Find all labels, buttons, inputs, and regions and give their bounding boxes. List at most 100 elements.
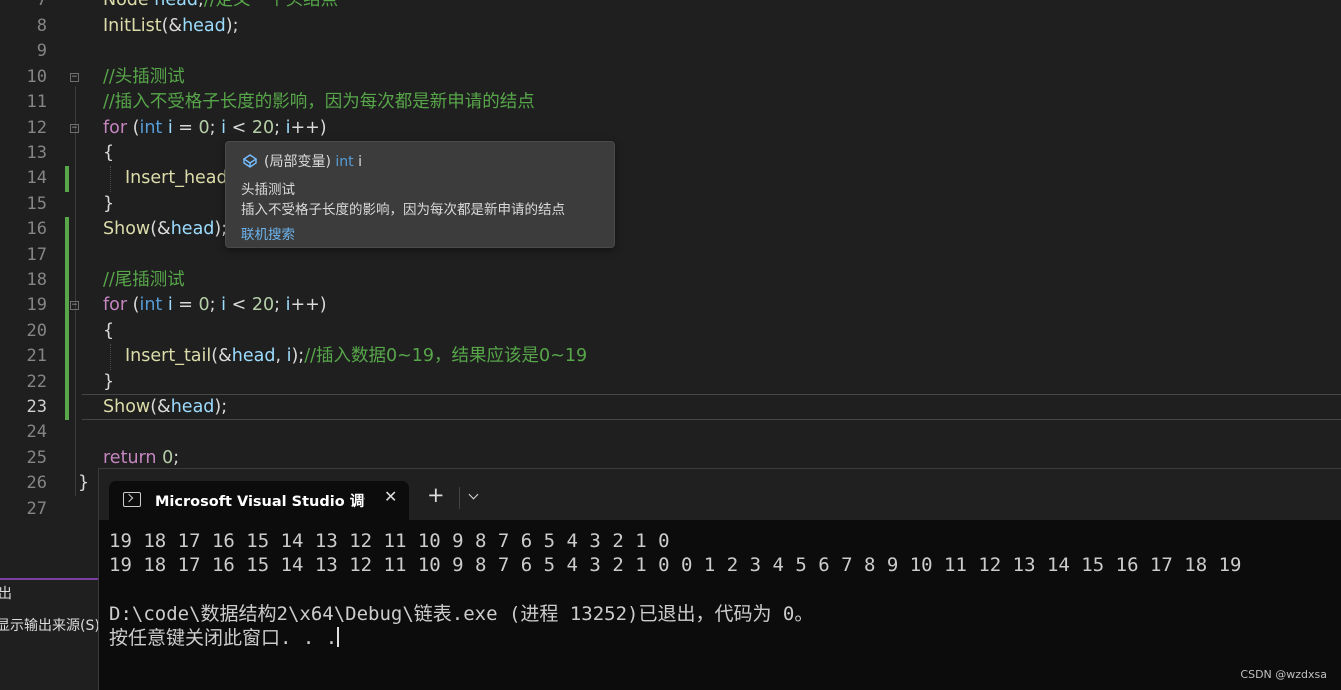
code-token: < — [226, 118, 252, 138]
debug-console-window[interactable]: Microsoft Visual Studio 调试控制台 ✕ + 19 18 … — [98, 468, 1341, 690]
code-token: //插入数据0~19，结果应该是0~19 — [304, 346, 588, 366]
code-line[interactable]: 16 Show(&head); — [0, 217, 1341, 242]
console-output[interactable]: 19 18 17 16 15 14 13 12 11 10 9 8 7 6 5 … — [109, 529, 1241, 650]
line-number: 19 — [26, 295, 47, 315]
code-token: 20 — [251, 118, 275, 138]
code-token: ; — [209, 118, 222, 138]
console-prompt-text: 按任意键关闭此窗口. . . — [109, 626, 338, 649]
code-line[interactable]: 8 InitList(&head); — [0, 14, 1341, 39]
code-line[interactable]: 14 Insert_head — [0, 166, 1341, 191]
code-line[interactable]: 18 //尾插测试 — [0, 268, 1341, 293]
code-token: (& — [150, 397, 171, 417]
line-number: 8 — [36, 16, 47, 36]
line-number: 24 — [26, 422, 47, 442]
code-line[interactable]: 9 — [0, 39, 1341, 64]
collapse-icon[interactable]: − — [70, 124, 79, 133]
code-line[interactable]: 10 − //头插测试 — [0, 65, 1341, 90]
line-number: 27 — [26, 499, 47, 519]
code-token: Show — [103, 397, 151, 417]
line-number: 25 — [26, 448, 47, 468]
code-token: < — [226, 295, 252, 315]
tab-separator — [459, 487, 460, 509]
code-token: ); — [225, 16, 239, 36]
code-text: Show(&head); — [103, 217, 227, 242]
code-text: //头插测试 — [103, 67, 185, 87]
code-text: } — [103, 194, 115, 214]
output-source-label: 显示输出来源(S): — [0, 618, 105, 634]
output-panel-title: 出 — [0, 586, 12, 602]
line-number: 7 — [36, 0, 47, 10]
tooltip-signature: (局部变量) int i — [242, 151, 362, 171]
chevron-down-icon[interactable] — [469, 491, 479, 501]
code-token: ++) — [290, 118, 327, 138]
code-token: ); — [214, 397, 228, 417]
tooltip-type: int — [335, 154, 354, 170]
code-token: 0 — [198, 295, 210, 315]
code-token: for — [103, 295, 128, 315]
code-token: = — [172, 118, 199, 138]
close-tab-button[interactable]: ✕ — [384, 487, 397, 506]
code-token: ( — [127, 118, 140, 138]
code-line[interactable]: 23 Show(&head); — [0, 395, 1341, 420]
code-line[interactable]: 7 Node head;//定义一个头结点 — [0, 0, 1341, 13]
code-token: (& — [161, 16, 183, 36]
terminal-tab[interactable]: Microsoft Visual Studio 调试控制台 ✕ — [109, 481, 409, 521]
code-text: Show(&head); — [103, 395, 227, 420]
line-number: 20 — [26, 321, 47, 341]
quick-info-tooltip: (局部变量) int i 头插测试 插入不受格子长度的影响，因为每次都是新申请的… — [225, 141, 615, 248]
code-token: ; — [209, 295, 222, 315]
code-line[interactable]: 24 — [0, 420, 1341, 445]
code-token: ++) — [290, 295, 327, 315]
text-cursor — [337, 626, 340, 647]
code-line[interactable]: 22 } — [0, 370, 1341, 395]
code-text: Insert_tail(&head, i);//插入数据0~19，结果应该是0~… — [125, 344, 587, 369]
line-number: 18 — [26, 270, 47, 290]
line-number: 9 — [36, 41, 47, 61]
code-line[interactable]: 19 − for (int i = 0; i < 20; i++) — [0, 293, 1341, 318]
code-line[interactable]: 13 { — [0, 141, 1341, 166]
code-line[interactable]: 15 } — [0, 192, 1341, 217]
new-tab-button[interactable]: + — [427, 485, 445, 506]
collapse-icon[interactable]: − — [70, 301, 79, 310]
terminal-tab-bar: Microsoft Visual Studio 调试控制台 ✕ + — [99, 469, 1341, 521]
code-line[interactable]: 17 — [0, 243, 1341, 268]
code-text: //插入不受格子长度的影响，因为每次都是新申请的结点 — [103, 92, 535, 112]
code-text: Node head;//定义一个头结点 — [103, 0, 338, 13]
code-line[interactable]: 12 − for (int i = 0; i < 20; i++) — [0, 116, 1341, 141]
code-token: 0 — [198, 118, 210, 138]
line-number: 21 — [26, 346, 47, 366]
collapse-icon[interactable]: − — [70, 73, 79, 82]
code-text: Insert_head — [125, 168, 228, 188]
watermark: CSDN @wzdxsa — [1240, 668, 1327, 681]
code-token: Show — [103, 219, 151, 239]
code-line[interactable]: 21 Insert_tail(&head, i);//插入数据0~19，结果应该… — [0, 344, 1341, 369]
console-line: 19 18 17 16 15 14 13 12 11 10 9 8 7 6 5 … — [109, 554, 1242, 577]
console-line: 19 18 17 16 15 14 13 12 11 10 9 8 7 6 5 … — [109, 530, 670, 552]
tooltip-comment-line: 头插测试 — [241, 182, 295, 198]
code-line[interactable]: 20 { — [0, 319, 1341, 344]
online-search-link[interactable]: 联机搜索 — [241, 223, 295, 243]
code-token: (& — [211, 346, 232, 366]
local-variable-icon — [242, 154, 258, 168]
code-token: = — [172, 295, 199, 315]
code-text: for (int i = 0; i < 20; i++) — [103, 293, 327, 318]
terminal-tab-title: Microsoft Visual Studio 调试控制台 — [155, 494, 365, 510]
code-token: Node — [103, 0, 155, 10]
line-number: 14 — [26, 168, 47, 188]
line-number: 15 — [26, 194, 47, 214]
console-line-prompt: 按任意键关闭此窗口. . . — [109, 626, 1241, 650]
code-text: { — [103, 321, 115, 341]
line-number: 10 — [26, 67, 47, 87]
line-number: 26 — [26, 473, 47, 493]
code-token: 0 — [162, 448, 174, 468]
code-line[interactable]: 11 //插入不受格子长度的影响，因为每次都是新申请的结点 — [0, 90, 1341, 115]
code-token: head — [170, 219, 215, 239]
code-token: ; — [173, 448, 180, 468]
line-number: 13 — [26, 143, 47, 163]
code-text: { — [103, 143, 115, 163]
line-number: 23 — [26, 397, 47, 417]
code-text: } — [103, 372, 115, 392]
code-text: //尾插测试 — [103, 270, 185, 290]
line-number: 11 — [26, 92, 47, 112]
code-text: } — [78, 473, 90, 493]
